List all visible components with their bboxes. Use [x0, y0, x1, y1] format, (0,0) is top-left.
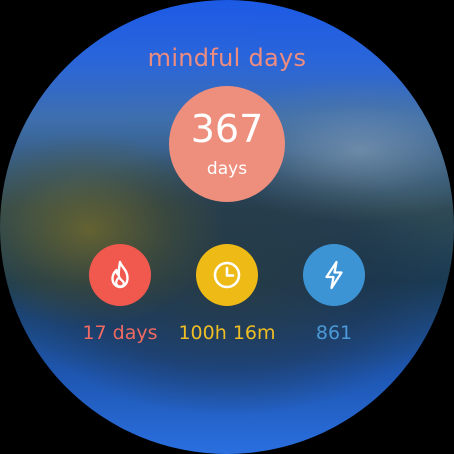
- energy-label: 861: [315, 322, 353, 344]
- streak-button[interactable]: [89, 244, 151, 306]
- flame-icon: [111, 260, 129, 289]
- lightning-bolt-icon: [325, 260, 343, 290]
- total-time-button[interactable]: [196, 244, 258, 306]
- watch-face: mindful days 367 days 17 days 100h 16m 8…: [0, 0, 454, 454]
- total-days-circle[interactable]: 367 days: [169, 86, 285, 202]
- screen-title: mindful days: [147, 44, 307, 72]
- energy-button[interactable]: [303, 244, 365, 306]
- total-days-unit: days: [206, 159, 248, 179]
- clock-icon: [213, 261, 241, 289]
- total-days-value: 367: [190, 107, 264, 151]
